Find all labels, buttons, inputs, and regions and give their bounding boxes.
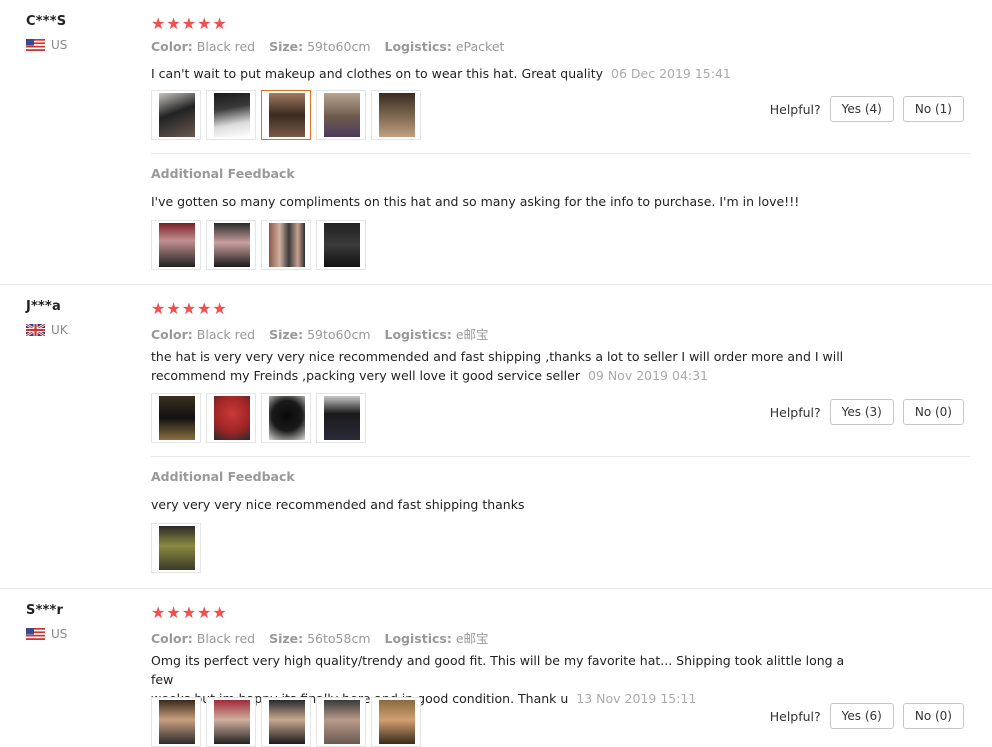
helpful-no-button[interactable]: No (1) — [902, 96, 964, 122]
us-flag-icon — [26, 628, 45, 640]
review-photo-thumb[interactable] — [206, 90, 256, 140]
additional-feedback-label: Additional Feedback — [151, 469, 295, 484]
review-item: J***a UK ★★★★★ Color: Black red Size: 59… — [0, 285, 992, 589]
additional-feedback-text: very very very nice recommended and fast… — [151, 497, 525, 512]
review-photo-thumb[interactable] — [316, 90, 366, 140]
helpful-voting: Helpful? Yes (3) No (0) — [770, 399, 964, 425]
additional-photos — [151, 220, 366, 270]
helpful-no-button[interactable]: No (0) — [902, 399, 964, 425]
divider — [151, 153, 970, 154]
review-photos — [151, 90, 421, 140]
review-item: S***r US ★★★★★ Color: Black red Size: 56… — [0, 589, 992, 747]
reviewer-name: J***a — [26, 299, 62, 314]
reviewer-info: S***r US — [26, 603, 67, 641]
country-code: US — [51, 627, 68, 641]
star-rating: ★★★★★ — [151, 299, 227, 318]
additional-feedback-text: I've gotten so many compliments on this … — [151, 194, 800, 209]
review-photo-thumb[interactable] — [151, 697, 201, 747]
review-photo-thumb[interactable] — [261, 697, 311, 747]
reviewer-country: US — [26, 38, 67, 52]
review-photo-thumb[interactable] — [261, 90, 311, 140]
review-date: 09 Nov 2019 04:31 — [587, 368, 709, 383]
review-photo-thumb[interactable] — [206, 220, 256, 270]
star-rating: ★★★★★ — [151, 603, 227, 622]
helpful-label: Helpful? — [769, 101, 821, 117]
additional-photos — [151, 523, 201, 573]
divider — [151, 456, 970, 457]
review-attributes: Color: Black red Size: 56to58cm Logistic… — [151, 631, 489, 646]
review-photo-thumb[interactable] — [316, 697, 366, 747]
review-photo-thumb[interactable] — [261, 393, 311, 443]
reviewer-name: S***r — [26, 603, 64, 618]
helpful-label: Helpful? — [769, 404, 821, 420]
review-date: 13 Nov 2019 15:11 — [576, 691, 697, 706]
review-photos — [151, 697, 421, 747]
helpful-label: Helpful? — [769, 708, 821, 724]
reviewer-info: J***a UK — [26, 299, 68, 337]
review-attributes: Color: Black red Size: 59to60cm Logistic… — [151, 39, 505, 54]
review-attributes: Color: Black red Size: 59to60cm Logistic… — [151, 327, 489, 342]
review-photo-thumb[interactable] — [151, 220, 201, 270]
uk-flag-icon — [26, 324, 45, 336]
helpful-yes-button[interactable]: Yes (4) — [829, 96, 894, 122]
helpful-yes-button[interactable]: Yes (6) — [829, 703, 894, 729]
review-photo-thumb[interactable] — [151, 90, 201, 140]
country-code: UK — [51, 323, 68, 337]
review-date: 06 Dec 2019 15:41 — [611, 66, 731, 81]
helpful-yes-button[interactable]: Yes (3) — [829, 399, 894, 425]
star-rating: ★★★★★ — [151, 14, 227, 33]
helpful-no-button[interactable]: No (0) — [902, 703, 964, 729]
country-code: US — [51, 38, 68, 52]
review-photo-thumb[interactable] — [371, 697, 421, 747]
review-photo-thumb[interactable] — [371, 90, 421, 140]
review-text: the hat is very very very nice recommend… — [151, 349, 844, 383]
reviewer-name: C***S — [26, 14, 67, 29]
helpful-voting: Helpful? Yes (6) No (0) — [770, 703, 964, 729]
reviewer-info: C***S US — [26, 14, 67, 52]
review-text: I can't wait to put makeup and clothes o… — [151, 66, 731, 81]
review-photo-thumb[interactable] — [316, 393, 366, 443]
review-photos — [151, 393, 366, 443]
review-photo-thumb[interactable] — [206, 697, 256, 747]
review-item: C***S US ★★★★★ Color: Black red Size: 59… — [0, 0, 992, 285]
helpful-voting: Helpful? Yes (4) No (1) — [770, 96, 964, 122]
reviewer-country: UK — [26, 323, 68, 337]
review-photo-thumb[interactable] — [206, 393, 256, 443]
review-photo-thumb[interactable] — [151, 523, 201, 573]
us-flag-icon — [26, 39, 45, 51]
review-photo-thumb[interactable] — [151, 393, 201, 443]
review-photo-thumb[interactable] — [261, 220, 311, 270]
reviewer-country: US — [26, 627, 67, 641]
review-photo-thumb[interactable] — [316, 220, 366, 270]
additional-feedback-label: Additional Feedback — [151, 166, 295, 181]
